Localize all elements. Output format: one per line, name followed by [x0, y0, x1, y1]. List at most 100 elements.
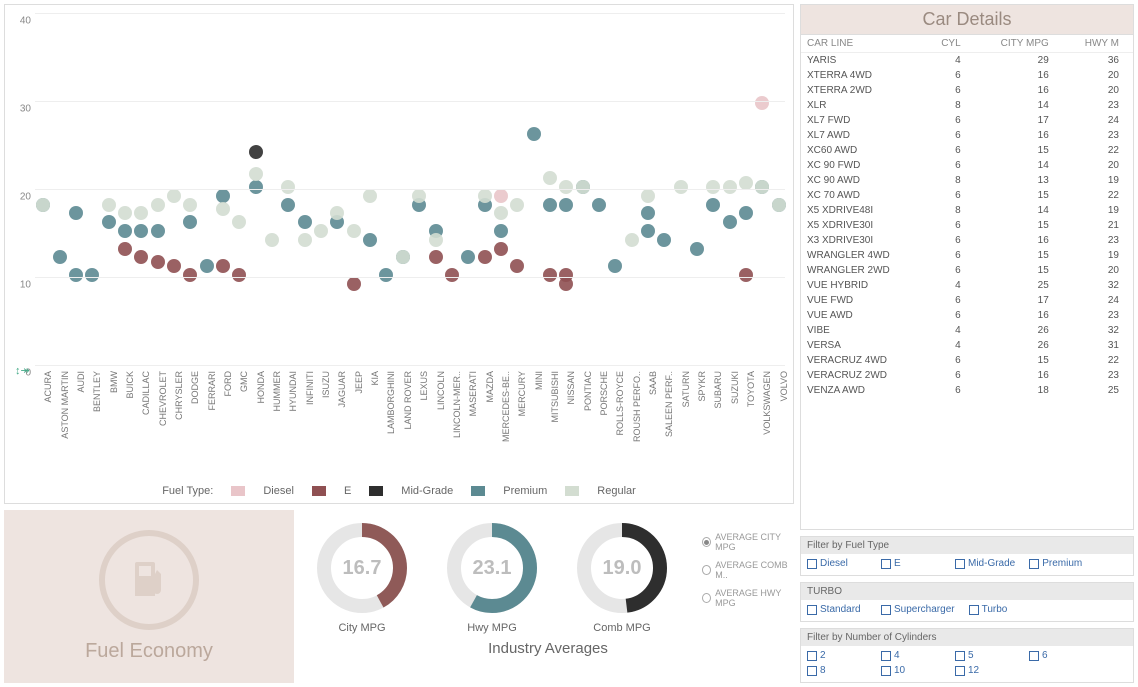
table-row[interactable]: VENZA AWD61825 — [801, 383, 1133, 398]
data-point[interactable] — [363, 189, 377, 203]
data-point[interactable] — [298, 233, 312, 247]
data-point[interactable] — [478, 250, 492, 264]
data-point[interactable] — [134, 224, 148, 238]
data-point[interactable] — [674, 180, 688, 194]
data-point[interactable] — [429, 233, 443, 247]
data-point[interactable] — [330, 206, 344, 220]
table-row[interactable]: XL7 AWD61623 — [801, 128, 1133, 143]
filter-checkbox[interactable]: 10 — [881, 665, 941, 676]
table-row[interactable]: VUE AWD61623 — [801, 308, 1133, 323]
data-point[interactable] — [723, 180, 737, 194]
table-row[interactable]: WRANGLER 2WD61520 — [801, 263, 1133, 278]
filter-checkbox[interactable]: 2 — [807, 650, 867, 661]
table-row[interactable]: XL7 FWD61724 — [801, 113, 1133, 128]
data-point[interactable] — [510, 259, 524, 273]
data-point[interactable] — [134, 250, 148, 264]
data-point[interactable] — [739, 176, 753, 190]
filter-checkbox[interactable]: 12 — [955, 665, 1015, 676]
data-point[interactable] — [183, 268, 197, 282]
data-point[interactable] — [102, 198, 116, 212]
data-point[interactable] — [36, 198, 50, 212]
table-row[interactable]: X5 XDRIVE30I61521 — [801, 218, 1133, 233]
data-point[interactable] — [53, 250, 67, 264]
data-point[interactable] — [216, 189, 230, 203]
data-point[interactable] — [69, 268, 83, 282]
data-point[interactable] — [232, 215, 246, 229]
data-point[interactable] — [167, 189, 181, 203]
data-point[interactable] — [543, 268, 557, 282]
data-point[interactable] — [281, 198, 295, 212]
data-point[interactable] — [216, 259, 230, 273]
data-point[interactable] — [641, 224, 655, 238]
car-details-table[interactable]: CAR LINECYLCITY MPGHWY M YARIS42936XTERR… — [801, 35, 1133, 398]
reset-axis-icon[interactable]: ↕↠ — [15, 364, 30, 377]
table-row[interactable]: XC 70 AWD61522 — [801, 188, 1133, 203]
data-point[interactable] — [510, 198, 524, 212]
data-point[interactable] — [281, 180, 295, 194]
data-point[interactable] — [559, 180, 573, 194]
data-point[interactable] — [445, 268, 459, 282]
data-point[interactable] — [314, 224, 328, 238]
data-point[interactable] — [151, 255, 165, 269]
data-point[interactable] — [396, 250, 410, 264]
data-point[interactable] — [102, 215, 116, 229]
filter-checkbox[interactable]: Mid-Grade — [955, 558, 1015, 569]
table-row[interactable]: XC 90 FWD61420 — [801, 158, 1133, 173]
avg-legend-radio[interactable]: AVERAGE HWY MPG — [702, 588, 794, 608]
data-point[interactable] — [167, 259, 181, 273]
avg-legend-radio[interactable]: AVERAGE COMB M.. — [702, 560, 794, 580]
data-point[interactable] — [543, 198, 557, 212]
data-point[interactable] — [151, 224, 165, 238]
data-point[interactable] — [429, 250, 443, 264]
data-point[interactable] — [379, 268, 393, 282]
table-row[interactable]: XC60 AWD61522 — [801, 143, 1133, 158]
table-row[interactable]: VERACRUZ 2WD61623 — [801, 368, 1133, 383]
avg-legend-radio[interactable]: AVERAGE CITY MPG — [702, 532, 794, 552]
data-point[interactable] — [494, 242, 508, 256]
table-row[interactable]: VERSA42631 — [801, 338, 1133, 353]
data-point[interactable] — [249, 167, 263, 181]
data-point[interactable] — [347, 224, 361, 238]
data-point[interactable] — [641, 189, 655, 203]
filter-checkbox[interactable]: 4 — [881, 650, 941, 661]
table-row[interactable]: XC 90 AWD81319 — [801, 173, 1133, 188]
data-point[interactable] — [200, 259, 214, 273]
data-point[interactable] — [527, 127, 541, 141]
filter-checkbox[interactable]: Premium — [1029, 558, 1089, 569]
data-point[interactable] — [576, 180, 590, 194]
data-point[interactable] — [608, 259, 622, 273]
data-point[interactable] — [232, 268, 246, 282]
data-point[interactable] — [739, 268, 753, 282]
data-point[interactable] — [641, 206, 655, 220]
data-point[interactable] — [183, 198, 197, 212]
data-point[interactable] — [151, 198, 165, 212]
data-point[interactable] — [85, 268, 99, 282]
table-row[interactable]: WRANGLER 4WD61519 — [801, 248, 1133, 263]
data-point[interactable] — [249, 180, 263, 194]
filter-checkbox[interactable]: 8 — [807, 665, 867, 676]
data-point[interactable] — [69, 206, 83, 220]
filter-checkbox[interactable]: Supercharger — [881, 604, 955, 615]
data-point[interactable] — [739, 206, 753, 220]
table-row[interactable]: VIBE42632 — [801, 323, 1133, 338]
data-point[interactable] — [412, 189, 426, 203]
data-point[interactable] — [543, 171, 557, 185]
filter-checkbox[interactable]: Standard — [807, 604, 867, 615]
table-row[interactable]: VUE HYBRID42532 — [801, 278, 1133, 293]
data-point[interactable] — [772, 198, 786, 212]
table-row[interactable]: X3 XDRIVE30I61623 — [801, 233, 1133, 248]
filter-checkbox[interactable]: Diesel — [807, 558, 867, 569]
data-point[interactable] — [657, 233, 671, 247]
data-point[interactable] — [494, 189, 508, 203]
data-point[interactable] — [118, 224, 132, 238]
data-point[interactable] — [559, 198, 573, 212]
table-row[interactable]: XTERRA 2WD61620 — [801, 83, 1133, 98]
data-point[interactable] — [559, 268, 573, 282]
data-point[interactable] — [118, 242, 132, 256]
data-point[interactable] — [478, 189, 492, 203]
table-row[interactable]: XLR81423 — [801, 98, 1133, 113]
filter-checkbox[interactable]: 6 — [1029, 650, 1089, 661]
table-row[interactable]: XTERRA 4WD61620 — [801, 68, 1133, 83]
data-point[interactable] — [706, 198, 720, 212]
data-point[interactable] — [461, 250, 475, 264]
